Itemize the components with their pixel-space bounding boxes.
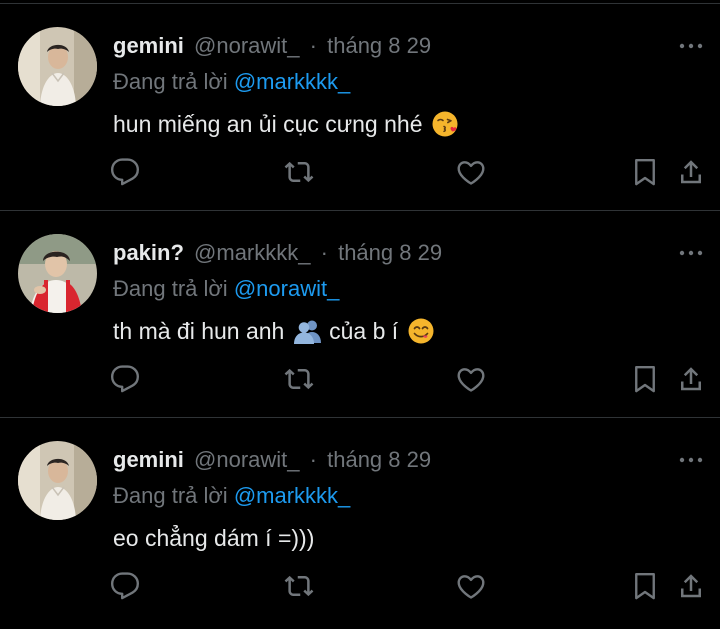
tweet[interactable]: gemini @norawit_ · tháng 8 29 Đang trả l…: [0, 417, 720, 623]
tweet-text-content: hun miếng an ủi cục cưng nhé: [113, 111, 423, 137]
more-icon[interactable]: [678, 37, 704, 55]
like-icon[interactable]: [456, 571, 486, 601]
tweet-date[interactable]: tháng 8 29: [327, 33, 431, 58]
like-icon[interactable]: [456, 364, 486, 394]
reply-icon[interactable]: [110, 364, 140, 394]
tweet-text-content: th mà đi hun anh: [113, 318, 285, 344]
face-savoring-food-emoji: [407, 317, 435, 353]
busts-in-silhouette-emoji: [293, 317, 323, 353]
display-name[interactable]: gemini: [113, 33, 184, 58]
tweet-text: th mà đi hun anh của b í: [113, 315, 435, 347]
avatar[interactable]: [18, 27, 97, 106]
tweet[interactable]: gemini @norawit_ · tháng 8 29 Đang trả l…: [0, 3, 720, 209]
more-icon[interactable]: [678, 244, 704, 262]
avatar[interactable]: [18, 441, 97, 520]
separator: ·: [309, 33, 317, 58]
more-icon[interactable]: [678, 451, 704, 469]
reply-icon[interactable]: [110, 157, 140, 187]
replying-to-label: Đang trả lời: [113, 276, 228, 301]
tweet-text-content: eo chẳng dám í =))): [113, 525, 315, 551]
bookmark-icon[interactable]: [630, 571, 660, 601]
bookmark-icon[interactable]: [630, 364, 660, 394]
share-icon[interactable]: [676, 364, 706, 394]
tweet-date[interactable]: tháng 8 29: [338, 240, 442, 265]
reply-thread: gemini @norawit_ · tháng 8 29 Đang trả l…: [0, 0, 720, 629]
retweet-icon[interactable]: [284, 157, 314, 187]
replying-to: Đang trả lời @norawit_: [113, 275, 339, 303]
tweet-header: gemini @norawit_ · tháng 8 29: [113, 32, 431, 60]
user-handle[interactable]: @norawit_: [194, 33, 300, 58]
replying-to: Đang trả lời @markkkk_: [113, 68, 350, 96]
share-icon[interactable]: [676, 157, 706, 187]
tweet-header: gemini @norawit_ · tháng 8 29: [113, 446, 431, 474]
tweet-date[interactable]: tháng 8 29: [327, 447, 431, 472]
tweet-actions: [0, 358, 720, 398]
retweet-icon[interactable]: [284, 571, 314, 601]
bookmark-icon[interactable]: [630, 157, 660, 187]
replying-to-handle[interactable]: @markkkk_: [234, 483, 350, 508]
reply-icon[interactable]: [110, 571, 140, 601]
tweet-text: eo chẳng dám í =))): [113, 522, 314, 554]
separator: ·: [309, 447, 317, 472]
tweet[interactable]: pakin? @markkkk_ · tháng 8 29 Đang trả l…: [0, 210, 720, 416]
tweet-actions: [0, 151, 720, 191]
replying-to: Đang trả lời @markkkk_: [113, 482, 350, 510]
tweet-header: pakin? @markkkk_ · tháng 8 29: [113, 239, 442, 267]
avatar[interactable]: [18, 234, 97, 313]
display-name[interactable]: gemini: [113, 447, 184, 472]
replying-to-handle[interactable]: @norawit_: [234, 276, 340, 301]
tweet-actions: [0, 565, 720, 605]
tweet-text-content: của b í: [329, 318, 399, 344]
like-icon[interactable]: [456, 157, 486, 187]
replying-to-label: Đang trả lời: [113, 483, 228, 508]
display-name[interactable]: pakin?: [113, 240, 184, 265]
user-handle[interactable]: @markkkk_: [194, 240, 310, 265]
face-blowing-kiss-emoji: [431, 110, 459, 146]
replying-to-label: Đang trả lời: [113, 69, 228, 94]
user-handle[interactable]: @norawit_: [194, 447, 300, 472]
tweet-text: hun miếng an ủi cục cưng nhé: [113, 108, 459, 140]
replying-to-handle[interactable]: @markkkk_: [234, 69, 350, 94]
separator: ·: [320, 240, 328, 265]
retweet-icon[interactable]: [284, 364, 314, 394]
share-icon[interactable]: [676, 571, 706, 601]
